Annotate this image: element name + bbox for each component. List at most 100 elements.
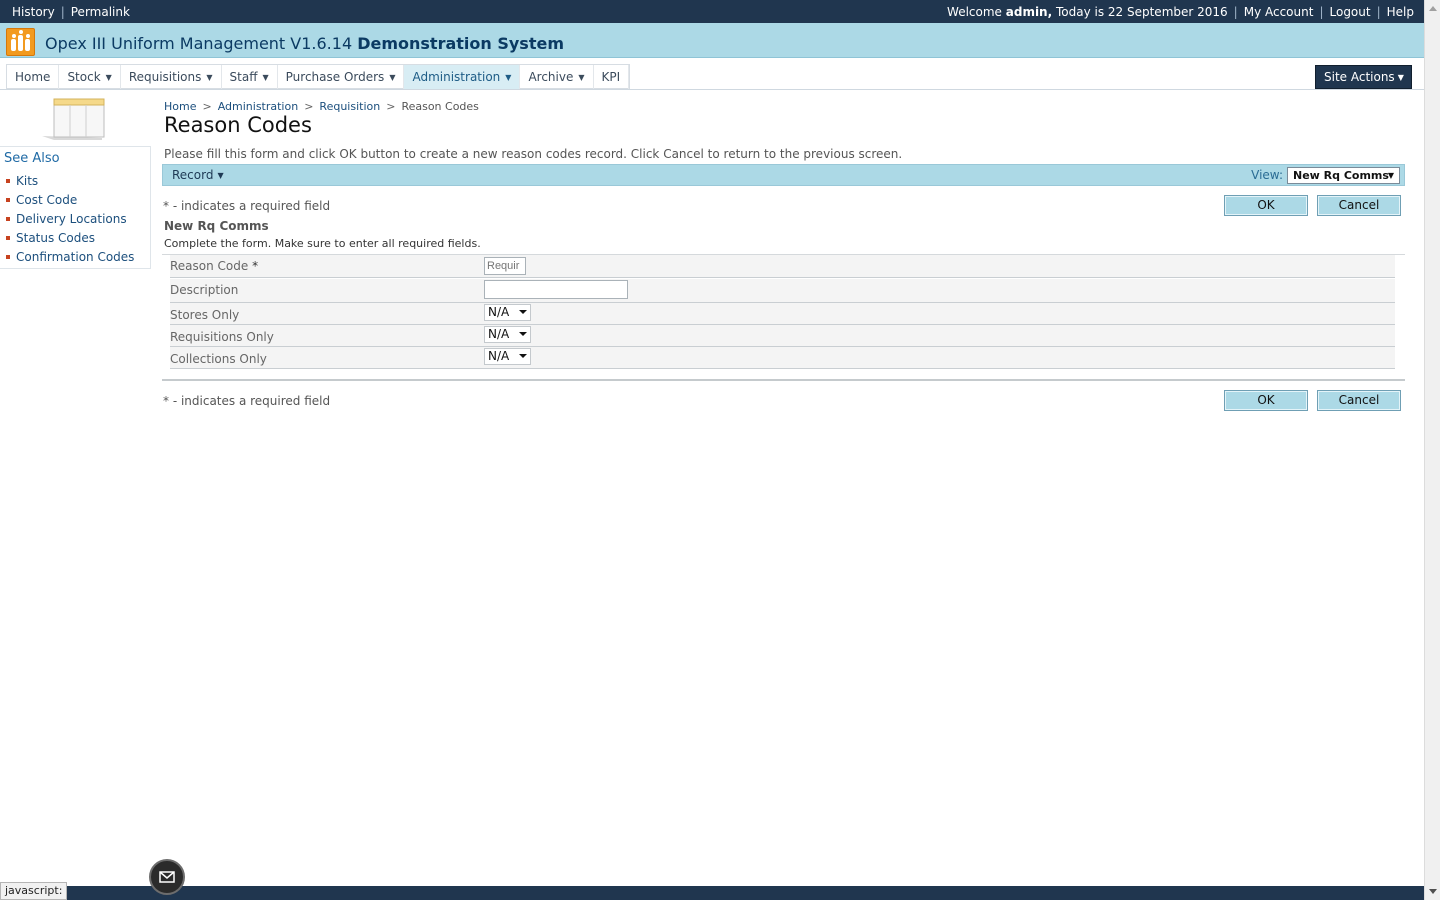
app-title-prefix: Opex III Uniform Management V1.6.14 xyxy=(45,34,353,53)
bullet-icon xyxy=(6,255,10,259)
nav-tab-stock[interactable]: Stock ▼ xyxy=(59,65,121,89)
see-also-item-kits[interactable]: Kits xyxy=(6,172,150,191)
nav-tab-label: Stock xyxy=(67,70,101,84)
bottom-bar xyxy=(0,886,1424,900)
caret-down-icon: ▼ xyxy=(1397,73,1404,82)
nav-tab-label: Home xyxy=(15,70,51,84)
my-account-link[interactable]: My Account xyxy=(1244,5,1314,19)
stores-only-select[interactable]: N/A xyxy=(484,304,531,321)
ok-button-bottom[interactable]: OK xyxy=(1224,390,1308,411)
chevron-down-icon xyxy=(519,332,527,336)
bullet-icon xyxy=(6,198,10,202)
caret-down-icon: ▼ xyxy=(389,73,396,82)
nav-tab-kpi[interactable]: KPI xyxy=(594,65,630,89)
stores-only-value: N/A xyxy=(488,305,510,319)
nav-tab-label: Archive xyxy=(528,70,574,84)
nav-tab-label: Administration xyxy=(412,70,501,84)
form-title: New Rq Comms xyxy=(164,219,269,233)
help-link[interactable]: Help xyxy=(1387,5,1414,19)
breadcrumb-administration[interactable]: Administration xyxy=(218,100,299,113)
logout-link[interactable]: Logout xyxy=(1330,5,1371,19)
form-row-collections-only: Collections Only N/A xyxy=(170,347,1395,369)
see-also-item-label: Status Codes xyxy=(16,231,96,245)
site-actions-button[interactable]: Site Actions ▼ xyxy=(1315,65,1412,89)
breadcrumb: Home > Administration > Requisition > Reason C… xyxy=(164,100,479,113)
caret-down-icon: ▼ xyxy=(505,73,512,82)
bullet-icon xyxy=(6,179,10,183)
form-table: Reason Code * Description Stores Only N/… xyxy=(162,254,1405,381)
nav-tab-label: Requisitions xyxy=(128,70,202,84)
breadcrumb-current: Reason Codes xyxy=(401,100,479,113)
cancel-button-bottom[interactable]: Cancel xyxy=(1317,390,1401,411)
title-band: Opex III Uniform Management V1.6.14 Demo… xyxy=(0,23,1424,58)
see-also-item-status-codes[interactable]: Status Codes xyxy=(6,229,150,248)
nav-bar: Home Stock ▼ Requisitions ▼ Staff ▼ Purchase Or… xyxy=(0,58,1424,90)
requisitions-only-select[interactable]: N/A xyxy=(484,326,531,343)
nav-tabs: Home Stock ▼ Requisitions ▼ Staff ▼ Purchase Or… xyxy=(6,64,631,89)
record-menu[interactable]: Record ▼ xyxy=(172,168,224,182)
today-date: Today is 22 September 2016 xyxy=(1055,5,1228,19)
nav-tab-administration[interactable]: Administration ▼ xyxy=(404,65,521,89)
see-also-item-label: Cost Code xyxy=(16,193,78,207)
collections-only-label: Collections Only xyxy=(170,352,267,366)
view-select[interactable]: New Rq Comms ▼ xyxy=(1287,167,1400,184)
form-row-requisitions-only: Requisitions Only N/A xyxy=(170,325,1395,347)
form-row-stores-only: Stores Only N/A xyxy=(170,303,1395,325)
scroll-up-icon[interactable] xyxy=(1429,6,1437,11)
nav-tab-label: KPI xyxy=(601,70,621,84)
mail-button[interactable] xyxy=(149,859,185,895)
permalink-link[interactable]: Permalink xyxy=(71,5,130,19)
view-select-value: New Rq Comms xyxy=(1293,169,1389,182)
page-title: Reason Codes xyxy=(164,113,312,137)
scroll-down-icon[interactable] xyxy=(1429,889,1437,894)
see-also-item-label: Kits xyxy=(16,174,39,188)
site-actions-label: Site Actions xyxy=(1324,70,1395,84)
nav-tab-label: Purchase Orders xyxy=(285,70,385,84)
ok-button-top[interactable]: OK xyxy=(1224,195,1308,216)
caret-down-icon: ▼ xyxy=(262,73,269,82)
chevron-down-icon xyxy=(519,354,527,358)
breadcrumb-home[interactable]: Home xyxy=(164,100,196,113)
nav-tab-requisitions[interactable]: Requisitions ▼ xyxy=(121,65,222,89)
required-note-bottom: * - indicates a required field xyxy=(163,394,331,408)
reason-code-label: Reason Code * xyxy=(170,259,259,273)
vertical-scrollbar[interactable] xyxy=(1424,0,1440,900)
see-also-heading: See Also xyxy=(4,151,60,166)
record-menu-label: Record xyxy=(172,168,214,182)
caret-down-icon: ▼ xyxy=(217,171,224,180)
app-title-suffix: Demonstration System xyxy=(357,34,564,53)
people-group-icon[interactable] xyxy=(6,28,35,56)
bullet-icon xyxy=(6,217,10,221)
user-name: admin, xyxy=(1005,5,1053,19)
form-row-reason-code: Reason Code * xyxy=(170,255,1395,278)
page-icon xyxy=(42,98,105,140)
top-right-links: Welcome admin, Today is 22 September 201… xyxy=(947,5,1414,19)
requisitions-only-label: Requisitions Only xyxy=(170,330,274,344)
chevron-down-icon xyxy=(519,310,527,314)
nav-tab-archive[interactable]: Archive ▼ xyxy=(520,65,594,89)
reason-code-input[interactable] xyxy=(484,257,526,275)
top-left-links: History | Permalink xyxy=(12,5,130,19)
stores-only-label: Stores Only xyxy=(170,308,240,322)
caret-down-icon: ▼ xyxy=(578,73,585,82)
required-note-top: * - indicates a required field xyxy=(163,199,331,213)
requisitions-only-value: N/A xyxy=(488,327,510,341)
see-also-item-delivery-locations[interactable]: Delivery Locations xyxy=(6,210,150,229)
cancel-button-top[interactable]: Cancel xyxy=(1317,195,1401,216)
description-input[interactable] xyxy=(484,280,628,299)
see-also-item-cost-code[interactable]: Cost Code xyxy=(6,191,150,210)
top-bar: History | Permalink Welcome admin, Today i… xyxy=(0,0,1424,23)
history-link[interactable]: History xyxy=(12,5,55,19)
nav-tab-home[interactable]: Home xyxy=(7,65,60,89)
see-also-item-confirmation-codes[interactable]: Confirmation Codes xyxy=(6,248,150,267)
app-title: Opex III Uniform Management V1.6.14 Demo… xyxy=(45,34,564,53)
breadcrumb-requisition[interactable]: Requisition xyxy=(319,100,380,113)
nav-tab-purchase-orders[interactable]: Purchase Orders ▼ xyxy=(278,65,405,89)
welcome-text: Welcome xyxy=(947,5,1002,19)
see-also-list: Kits Cost Code Delivery Locations Status Co… xyxy=(6,172,150,267)
view-label: View: xyxy=(1251,168,1283,182)
nav-tab-staff[interactable]: Staff ▼ xyxy=(222,65,278,89)
collections-only-select[interactable]: N/A xyxy=(484,348,531,365)
form-subtitle: Complete the form. Make sure to enter al… xyxy=(164,237,481,250)
see-also-item-label: Confirmation Codes xyxy=(16,250,135,264)
